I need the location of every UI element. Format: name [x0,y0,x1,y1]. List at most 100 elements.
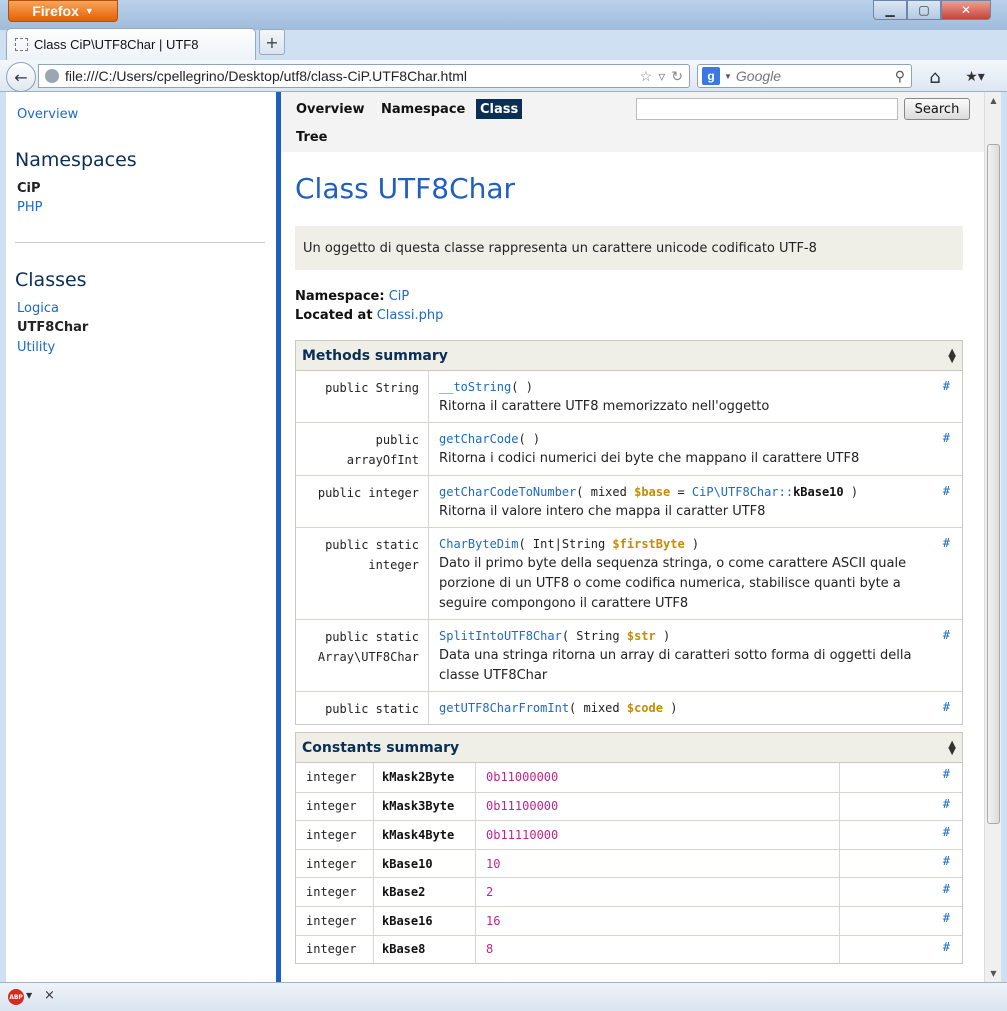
search-placeholder[interactable]: Google [736,68,895,84]
tab-active[interactable]: Class CiP\UTF8Char | UTF8 [6,28,256,60]
table-row: integer kBase8 8 # [296,934,962,964]
scroll-up-icon[interactable]: ▲ [985,92,1001,109]
anchor-link[interactable]: # [840,850,962,878]
method-detail: getCharCodeToNumber( mixed $base = CiP\U… [429,476,962,527]
anchor-link[interactable]: # [840,763,962,792]
chevron-down-icon[interactable]: ▿ [658,68,665,85]
reload-icon[interactable]: ↻ [671,68,683,85]
close-window-button[interactable]: ✕ [941,0,991,20]
anchor-link[interactable]: # [840,878,962,906]
minimize-button[interactable]: ▁ [873,0,907,20]
sidebar-item-php[interactable]: PHP [17,200,42,215]
constant-type: integer [296,878,374,906]
method-detail: getUTF8CharFromInt( mixed $code ) # [429,692,962,724]
chevron-down-icon[interactable]: ▼ [724,72,732,81]
google-icon[interactable]: g [702,67,720,85]
located-link[interactable]: Classi.php [377,308,444,323]
methods-summary-header[interactable]: Methods summary ▲ ▼ [296,341,962,371]
sidebar-classes-heading: Classes [15,269,87,291]
constant-type: integer [296,792,374,821]
located-label: Located at [295,308,373,323]
menu-overview[interactable]: Overview [292,99,369,119]
menu-class[interactable]: Class [476,99,523,119]
constant-type: integer [296,821,374,849]
constant-value: 10 [476,849,840,878]
method-detail: CharByteDim( Int|String $firstByte ) Dat… [429,528,962,619]
back-button[interactable]: ← [6,62,36,92]
scrollbar-thumb[interactable] [987,144,1000,824]
anchor-link[interactable]: # [943,481,950,501]
url-text[interactable]: file:///C:/Users/cpellegrino/Desktop/utf… [65,68,640,84]
chevron-down-icon[interactable]: ▼ [26,991,32,1000]
sidebar-item-utility[interactable]: Utility [17,340,55,355]
anchor-link[interactable]: # [840,907,962,935]
table-row: public arrayOfInt getCharCode( ) Ritorna … [296,422,962,475]
constant-name: kBase16 [374,906,476,935]
web-search-bar[interactable]: g ▼ Google ⚲ [697,64,912,88]
method-return-type: public static Array\UTF8Char [296,620,429,691]
sidebar-item-utf8char[interactable]: UTF8Char [17,320,88,335]
page-title: Class UTF8Char [295,172,516,205]
sidebar-overview-link[interactable]: Overview [17,107,78,122]
window-titlebar: Firefox ▼ ▁ ▢ ✕ [0,0,1007,30]
bookmarks-button[interactable]: ★▾ [958,66,992,88]
method-link[interactable]: getUTF8CharFromInt [439,701,569,715]
sort-icon[interactable]: ▲ ▼ [948,347,956,364]
anchor-link[interactable]: # [943,697,950,717]
constant-value: 0b11100000 [476,792,840,821]
constants-summary-header[interactable]: Constants summary ▲ ▼ [296,733,962,763]
method-link[interactable]: SplitIntoUTF8Char [439,629,562,643]
maximize-button[interactable]: ▢ [907,0,941,20]
menu-tree[interactable]: Tree [292,127,331,147]
search-input[interactable] [636,98,898,120]
vertical-scrollbar[interactable]: ▲ ▼ [984,92,1001,982]
close-icon[interactable]: × [44,988,55,1003]
constant-type: integer [296,763,374,792]
home-button[interactable]: ⌂ [924,66,946,88]
star-icon[interactable]: ☆ [640,68,653,85]
bookmark-star-icon: ★▾ [965,69,985,85]
table-row: public integer getCharCodeToNumber( mixe… [296,475,962,527]
constant-type: integer [296,935,374,964]
chevron-down-icon: ▼ [84,6,94,16]
constant-name: kMask4Byte [374,821,476,849]
method-link[interactable]: getCharCodeToNumber [439,485,576,499]
sort-icon[interactable]: ▲ ▼ [948,739,956,756]
method-link[interactable]: getCharCode [439,432,518,446]
method-signature: getCharCodeToNumber( mixed $base = CiP\U… [439,485,859,499]
method-signature: __toString( ) [439,380,533,394]
tab-strip: Class CiP\UTF8Char | UTF8 + [0,28,1007,60]
firefox-menu-button[interactable]: Firefox ▼ [8,0,118,22]
anchor-link[interactable]: # [943,533,950,553]
scroll-down-icon[interactable]: ▼ [985,965,1001,982]
menu-namespace[interactable]: Namespace [377,99,469,119]
search-icon[interactable]: ⚲ [895,68,911,85]
sidebar-item-cip[interactable]: CiP [17,181,41,196]
home-icon: ⌂ [929,66,941,88]
namespace-link[interactable]: CiP [389,289,410,304]
located-line: Located at Classi.php [295,308,443,323]
anchor-link[interactable]: # [943,625,950,645]
sidebar-item-logica[interactable]: Logica [17,301,59,316]
constant-name: kMask2Byte [374,763,476,792]
main-panel: Overview Namespace Class Tree Search Cla… [281,92,984,982]
methods-summary-title: Methods summary [302,347,448,364]
anchor-link[interactable]: # [943,428,950,448]
anchor-link[interactable]: # [840,821,962,849]
url-bar[interactable]: file:///C:/Users/cpellegrino/Desktop/utf… [38,64,690,88]
anchor-link[interactable]: # [840,936,962,964]
new-tab-button[interactable]: + [259,29,285,55]
constant-name: kMask3Byte [374,792,476,821]
method-link[interactable]: __toString [439,380,511,394]
table-row: integer kMask2Byte 0b11000000 # [296,763,962,792]
anchor-link[interactable]: # [840,793,962,821]
adblock-icon[interactable]: ABP [8,989,24,1005]
method-link[interactable]: CharByteDim [439,537,518,551]
anchor-link[interactable]: # [943,376,950,396]
method-return-type: public String [296,371,429,422]
class-link[interactable]: CiP\UTF8Char:: [692,485,793,499]
search-button[interactable]: Search [904,98,970,120]
method-return-type: public static integer [296,528,429,619]
constant-name: kBase2 [374,878,476,906]
method-return-type: public arrayOfInt [296,423,429,475]
